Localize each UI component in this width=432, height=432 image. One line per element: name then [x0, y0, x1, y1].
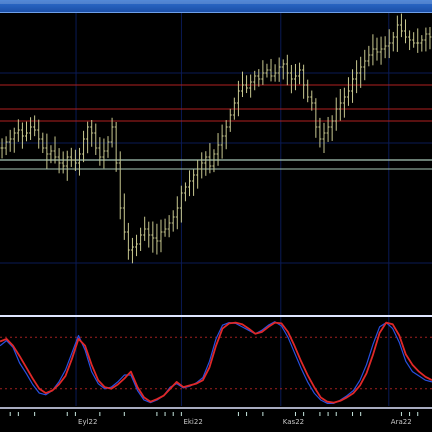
window-title-bar[interactable] [0, 0, 432, 13]
x-axis-date-label: Eyl22 [78, 418, 97, 426]
x-axis-date-label: Ara22 [391, 418, 412, 426]
chart-canvas[interactable]: Eyl22 Eki22 Kas22 Ara22 [0, 13, 432, 432]
x-axis-date-label: Eki22 [183, 418, 202, 426]
x-axis-date-label: Kas22 [283, 418, 304, 426]
